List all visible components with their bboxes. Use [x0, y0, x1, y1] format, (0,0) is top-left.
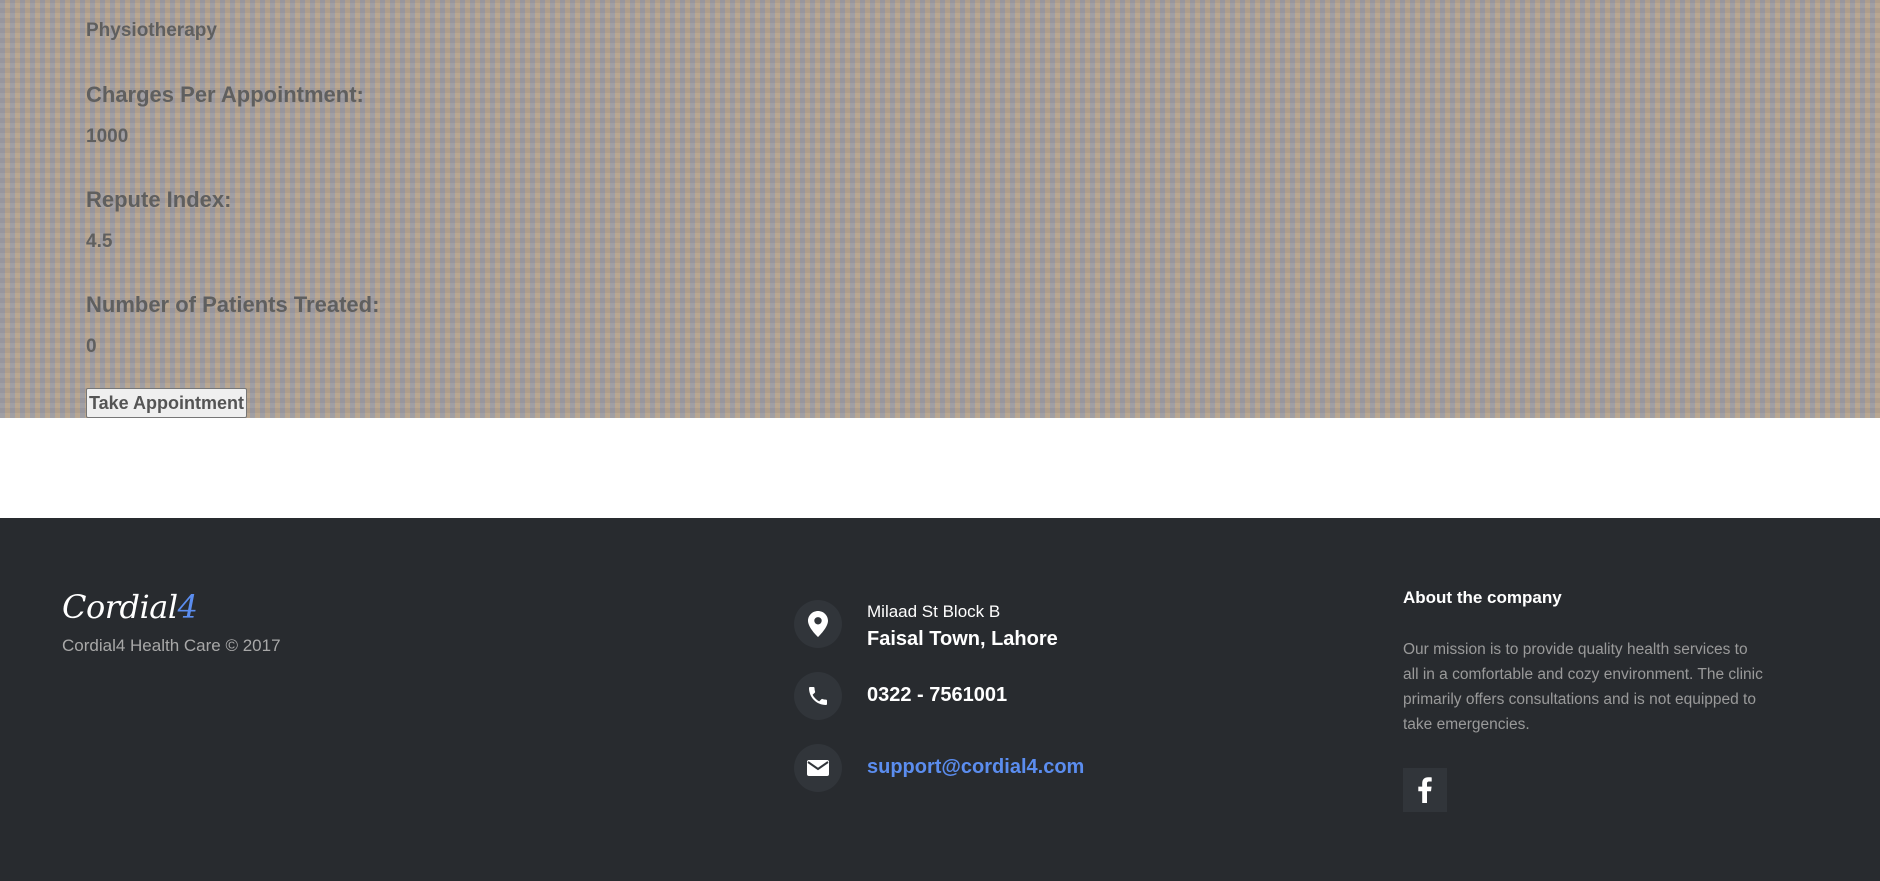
- copyright-text: Cordial4 Health Care © 2017: [62, 636, 281, 655]
- phone-icon: [794, 672, 842, 720]
- repute-value: 4.5: [86, 231, 113, 252]
- footer-logo[interactable]: Cordial4: [62, 588, 198, 626]
- logo-text: Cordial: [62, 588, 178, 626]
- specialty-value: Physiotherapy: [86, 20, 217, 41]
- address-line-1: Milaad St Block B: [867, 602, 1001, 621]
- site-footer: Cordial4 Cordial4 Health Care © 2017 Mil…: [0, 518, 1880, 881]
- take-appointment-button[interactable]: Take Appointment: [86, 388, 248, 418]
- phone-number[interactable]: 0322 - 7561001: [867, 684, 1007, 707]
- about-text: Our mission is to provide quality health…: [1403, 641, 1763, 733]
- facebook-button[interactable]: [1403, 768, 1447, 812]
- repute-label: Repute Index:: [86, 187, 232, 212]
- doctor-details-panel: Physiotherapy Charges Per Appointment: 1…: [0, 0, 1880, 418]
- charges-label: Charges Per Appointment:: [86, 82, 364, 107]
- patients-treated-label: Number of Patients Treated:: [86, 292, 380, 317]
- support-email-link[interactable]: support@cordial4.com: [867, 756, 1084, 779]
- address-line-2: Faisal Town, Lahore: [867, 628, 1058, 650]
- map-marker-icon: [794, 600, 842, 648]
- envelope-icon: [794, 744, 842, 792]
- patients-treated-value: 0: [86, 336, 97, 357]
- logo-accent: 4: [177, 588, 198, 626]
- about-heading: About the company: [1403, 588, 1562, 607]
- charges-value: 1000: [86, 126, 129, 147]
- facebook-icon: [1418, 777, 1432, 803]
